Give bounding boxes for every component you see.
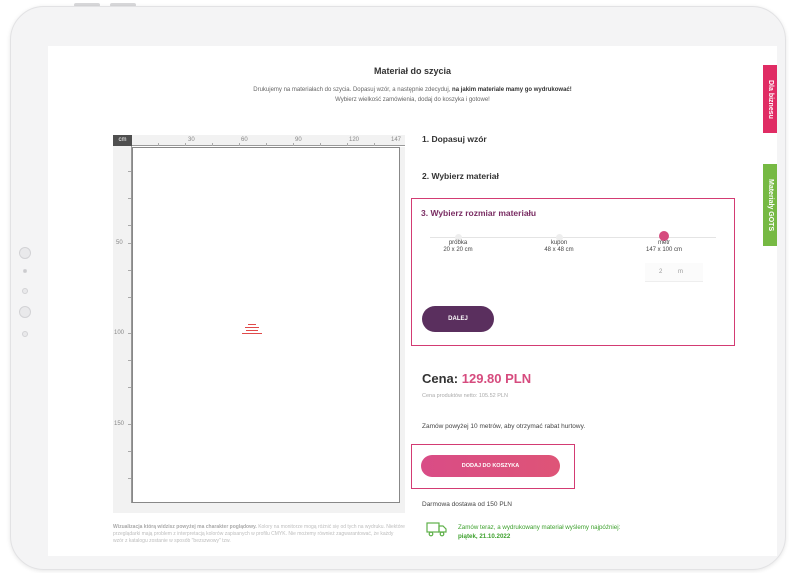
ruler-tick	[128, 360, 131, 361]
ruler-tick	[293, 143, 294, 146]
ruler-tick	[128, 478, 131, 479]
size-option-dims: 48 x 48 cm	[544, 247, 574, 253]
size-option-dims: 20 x 20 cm	[443, 247, 473, 253]
ruler-tick	[158, 143, 159, 146]
ruler-tick	[128, 333, 131, 334]
ruler-unit: cm	[113, 135, 132, 146]
carousel-dot[interactable]	[19, 247, 31, 259]
canvas-footer-strip	[113, 503, 405, 513]
ruler-tick	[239, 143, 240, 146]
size-option-sample[interactable]: próbka 20 x 20 cm	[428, 240, 488, 254]
intro-bold-text: na jakim materiale mamy go wydrukować!	[452, 87, 572, 93]
step-1-heading[interactable]: 1. Dopasuj wzór	[422, 134, 487, 144]
quantity-unit: m	[678, 269, 683, 275]
stage: Materiał do szycia Drukujemy na materiał…	[0, 0, 789, 573]
size-option-meter[interactable]: metr 147 x 100 cm	[632, 240, 696, 254]
ruler-tick	[128, 243, 131, 244]
size-option-name: kupon	[550, 240, 568, 246]
step-2-heading[interactable]: 2. Wybierz materiał	[422, 171, 499, 181]
ruler-tick	[128, 171, 131, 172]
ruler-tick-label: 90	[295, 137, 302, 143]
tablet-frame: Materiał do szycia Drukujemy na materiał…	[10, 6, 786, 570]
ruler-tick	[185, 143, 186, 146]
ruler-tick	[212, 143, 213, 146]
ruler-tick	[128, 387, 131, 388]
size-slider-track[interactable]	[430, 237, 716, 238]
price-display: Cena: 129.80 PLN	[422, 371, 531, 386]
ruler-tick	[266, 143, 267, 146]
ruler-tick	[320, 143, 321, 146]
ruler-tick-label: 120	[349, 137, 360, 143]
ruler-tick-label: 150	[114, 421, 125, 427]
size-option-dims: 147 x 100 cm	[645, 247, 683, 253]
add-to-cart-container: DODAJ DO KOSZYKA	[411, 444, 575, 489]
size-selection-panel: 3. Wybierz rozmiar materiału próbka 20 x…	[411, 198, 735, 346]
size-option-name: metr	[658, 240, 670, 246]
ruler-tick-label: 60	[241, 137, 248, 143]
ruler-horizontal: 30 60 90 120 147	[132, 135, 405, 146]
tab-gots-materials[interactable]: Materiały GOTS	[763, 164, 777, 246]
ruler-tick	[128, 225, 131, 226]
ruler-tick-label: 30	[188, 137, 195, 143]
canvas-scroll-strip	[400, 147, 405, 503]
carousel-dot[interactable]	[19, 306, 31, 318]
step-3-heading: 3. Wybierz rozmiar materiału	[421, 208, 537, 218]
ruler-vertical: 50 100 150	[113, 146, 132, 503]
ruler-tick	[128, 451, 131, 452]
ruler-tick-label: 147	[391, 137, 402, 143]
intro-text-2: Wybierz wielkość zamówienia, dodaj do ko…	[335, 97, 490, 103]
quantity-value: 2	[659, 269, 663, 275]
carousel-dot[interactable]	[23, 269, 27, 273]
tab-business[interactable]: Dla biznesu	[763, 65, 777, 133]
add-to-cart-button[interactable]: DODAJ DO KOSZYKA	[421, 455, 560, 477]
page-intro: Drukujemy na materiałach do szycia. Dopa…	[48, 85, 777, 105]
bulk-discount-message: Zamów powyżej 10 metrów, aby otrzymać ra…	[422, 423, 586, 430]
pattern-preview[interactable]	[242, 324, 262, 336]
page-title: Materiał do szycia	[373, 66, 452, 76]
ruler-tick	[128, 297, 131, 298]
free-shipping-note: Darmowa dostawa od 150 PLN	[422, 501, 512, 508]
shipping-date: piątek, 21.10.2022	[458, 533, 511, 540]
ruler-tick	[128, 270, 131, 271]
size-option-name: próbka	[448, 240, 468, 246]
size-option-coupon[interactable]: kupon 48 x 48 cm	[529, 240, 589, 254]
shipping-estimate: Zamów teraz, a wydrukowany materiał wyśl…	[458, 523, 620, 541]
next-button[interactable]: DALEJ	[422, 306, 494, 332]
truck-icon	[426, 522, 447, 537]
visualization-disclaimer: Wizualizacja którą widzisz powyżej ma ch…	[113, 524, 405, 556]
price-label: Cena:	[422, 371, 459, 386]
price-value: 129.80 PLN	[461, 371, 532, 386]
ruler-tick-label: 100	[114, 330, 125, 336]
ruler-tick	[374, 143, 375, 146]
ruler-tick	[128, 424, 131, 425]
design-canvas[interactable]	[132, 147, 400, 503]
carousel-dot[interactable]	[22, 331, 28, 337]
shipping-text: Zamów teraz, a wydrukowany materiał wyśl…	[458, 524, 621, 531]
carousel-dot[interactable]	[22, 288, 28, 294]
ruler-tick	[128, 198, 131, 199]
intro-text: Drukujemy na materiałach do szycia. Dopa…	[253, 87, 451, 93]
product-page: Materiał do szycia Drukujemy na materiał…	[48, 46, 777, 556]
quantity-input[interactable]: 2 m	[645, 263, 703, 282]
ruler-tick	[347, 143, 348, 146]
disclaimer-bold: Wizualizacja którą widzisz powyżej ma ch…	[113, 524, 257, 530]
ruler-tick-label: 50	[116, 240, 123, 246]
net-price: Cena produktów netto: 105.52 PLN	[422, 393, 508, 399]
